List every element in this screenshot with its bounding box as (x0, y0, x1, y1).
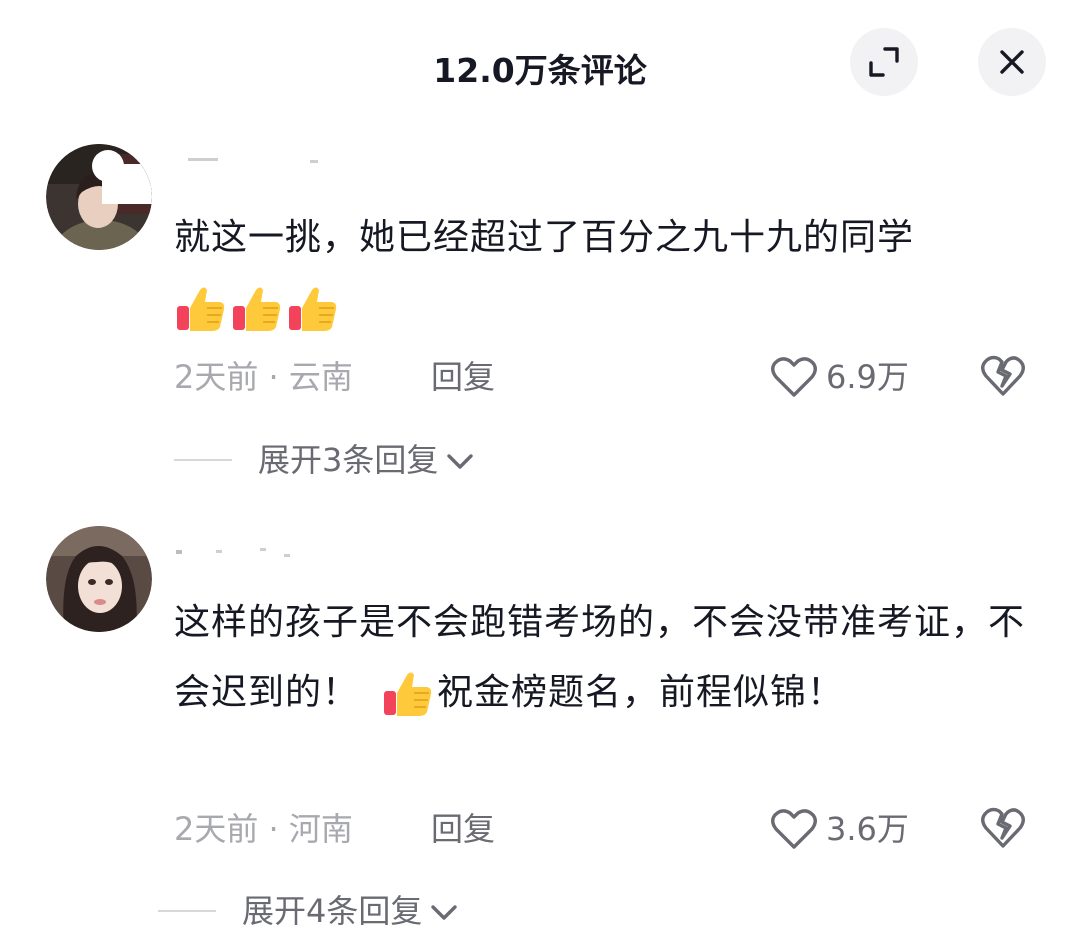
comment-body: 就这一挑，她已经超过了百分之九十九的同学 (174, 217, 915, 258)
expand-replies-button[interactable]: 展开3条回复 (174, 435, 474, 485)
reply-button[interactable]: 回复 (431, 352, 495, 402)
username-blurred[interactable] (176, 542, 336, 562)
like-button[interactable]: 6.9万 (770, 352, 909, 402)
username-blurred[interactable] (176, 152, 336, 172)
comments-panel: 12.0万条评论 就这一挑，她已经超过了百分之九十九的同学 2天前 · 云南 回… (0, 0, 1080, 940)
chevron-down-icon (447, 454, 474, 469)
heart-icon (771, 357, 817, 397)
like-button[interactable]: 3.6万 (770, 804, 909, 854)
divider-line (158, 910, 216, 912)
comment-meta: 2天前 · 河南 回复 3.6万 (174, 804, 1044, 854)
comment-time-location: 2天前 · 河南 (174, 810, 353, 848)
thumbs-up-icon (233, 287, 281, 331)
emoji-group (174, 287, 342, 331)
broken-heart-icon[interactable] (980, 354, 1026, 398)
comment-meta: 2天前 · 云南 回复 6.9万 (174, 352, 1044, 402)
thumbs-up-icon (289, 287, 337, 331)
close-icon (1000, 50, 1024, 74)
close-button[interactable] (978, 28, 1046, 96)
thumbs-up-icon (177, 287, 225, 331)
comment-text: 就这一挑，她已经超过了百分之九十九的同学 (174, 203, 1054, 343)
avatar[interactable] (46, 526, 152, 632)
like-count: 6.9万 (826, 358, 909, 396)
expand-replies-label: 展开3条回复 (258, 441, 439, 479)
heart-icon (771, 809, 817, 849)
avatar-photo (46, 144, 152, 250)
comments-header: 12.0万条评论 (0, 0, 1080, 130)
like-count: 3.6万 (826, 810, 909, 848)
reply-button[interactable]: 回复 (431, 804, 495, 854)
comment-body-continued: 祝金榜题名，前程似锦！ (437, 672, 845, 713)
expand-button[interactable] (850, 28, 918, 96)
chevron-down-icon (431, 905, 458, 920)
divider-line (174, 459, 232, 461)
broken-heart-icon[interactable] (980, 806, 1026, 850)
comments-count-title: 12.0万条评论 (433, 51, 647, 90)
avatar-photo (46, 526, 152, 632)
comment-time-location: 2天前 · 云南 (174, 358, 353, 396)
thumbs-up-icon (384, 672, 432, 716)
comment-text: 这样的孩子是不会跑错考场的，不会没带准考证，不会迟到的！ 祝金榜题名，前程似锦！ (174, 588, 1044, 728)
expand-icon (869, 47, 899, 77)
expand-replies-label: 展开4条回复 (242, 892, 423, 930)
expand-replies-button[interactable]: 展开4条回复 (158, 886, 458, 936)
avatar[interactable] (46, 144, 152, 250)
